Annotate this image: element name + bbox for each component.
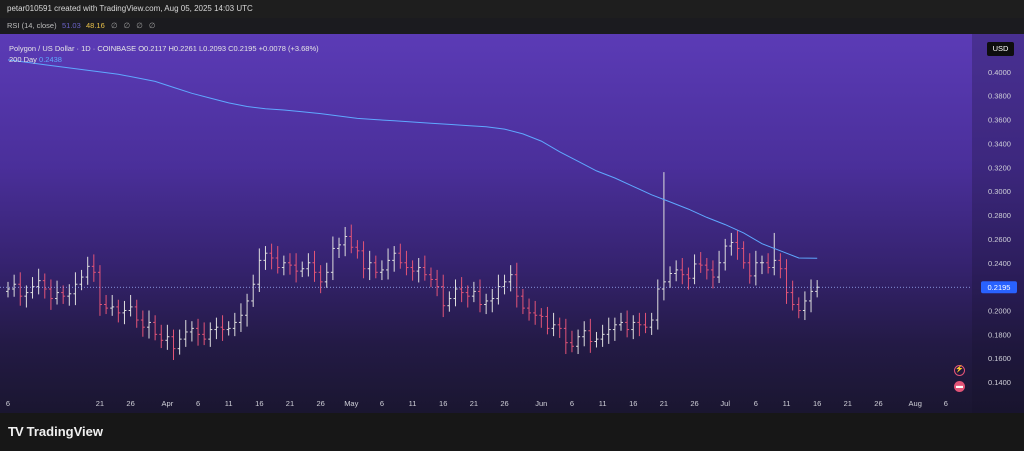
date-tick-label: 26	[126, 399, 134, 408]
date-tick-label: 11	[409, 399, 417, 408]
price-tick-label: 0.2600	[988, 235, 1011, 244]
date-tick-label: 16	[813, 399, 821, 408]
date-tick-label: 16	[439, 399, 447, 408]
date-tick-label: 26	[690, 399, 698, 408]
chart-legend: Polygon / US Dollar · 1D · COINBASE O0.2…	[9, 43, 319, 65]
currency-button[interactable]: USD	[987, 42, 1014, 56]
lightning-icon[interactable]: ⚡	[954, 365, 965, 376]
price-tick-label: 0.2400	[988, 259, 1011, 268]
attribution-text: petar010591 created with TradingView.com…	[7, 4, 253, 13]
date-tick-label: 6	[380, 399, 384, 408]
date-tick-label: 21	[844, 399, 852, 408]
price-tick-label: 0.2800	[988, 211, 1011, 220]
tradingview-logo: TV	[8, 424, 24, 439]
brand-name: TradingView	[26, 424, 103, 439]
rsi-value-2: 48.16	[86, 21, 105, 30]
date-tick-label: Aug	[909, 399, 922, 408]
ma-legend: 200 Day 0.2438	[9, 54, 319, 65]
rsi-label: RSI (14, close)	[7, 21, 57, 30]
tradingview-brand[interactable]: TV TradingView	[8, 424, 103, 439]
date-tick-label: May	[344, 399, 358, 408]
date-tick-label: 11	[783, 399, 791, 408]
footer-bar	[0, 413, 1024, 451]
price-tick-label: 0.3200	[988, 163, 1011, 172]
last-price-label: 0.2195	[988, 283, 1011, 292]
price-tick-label: 0.4000	[988, 68, 1011, 77]
date-tick-label: Apr	[162, 399, 174, 408]
price-tick-label: 0.3600	[988, 116, 1011, 125]
price-chart[interactable]: 0.14000.16000.18000.20000.22000.24000.26…	[0, 34, 1024, 413]
date-tick-label: 21	[660, 399, 668, 408]
ma-value: 0.2438	[39, 55, 62, 64]
rsi-value-1: 51.03	[62, 21, 81, 30]
ma-200-line	[7, 59, 818, 259]
flag-icon[interactable]: ▬	[954, 381, 965, 392]
date-tick-label: 26	[316, 399, 324, 408]
date-tick-label: 6	[754, 399, 758, 408]
date-tick-label: 6	[570, 399, 574, 408]
date-tick-label: 21	[96, 399, 104, 408]
date-tick-label: Jun	[535, 399, 547, 408]
rsi-legend: RSI (14, close) 51.03 48.16 ∅ ∅ ∅ ∅	[0, 18, 1024, 34]
price-tick-label: 0.1400	[988, 378, 1011, 387]
date-tick-label: 26	[500, 399, 508, 408]
price-tick-label: 0.3000	[988, 187, 1011, 196]
date-tick-label: 6	[944, 399, 948, 408]
rsi-empty-values: ∅ ∅ ∅ ∅	[111, 21, 158, 30]
date-tick-label: 21	[470, 399, 478, 408]
date-tick-label: 11	[599, 399, 607, 408]
date-tick-label: Jul	[720, 399, 730, 408]
price-tick-label: 0.3800	[988, 92, 1011, 101]
price-tick-label: 0.1600	[988, 354, 1011, 363]
date-tick-label: 6	[6, 399, 10, 408]
date-tick-label: 6	[196, 399, 200, 408]
price-tick-label: 0.3400	[988, 139, 1011, 148]
attribution-bar: petar010591 created with TradingView.com…	[0, 0, 1024, 18]
date-tick-label: 26	[874, 399, 882, 408]
date-tick-label: 11	[225, 399, 233, 408]
date-tick-label: 16	[255, 399, 263, 408]
symbol-legend: Polygon / US Dollar · 1D · COINBASE O0.2…	[9, 44, 319, 53]
date-tick-label: 16	[629, 399, 637, 408]
ma-label: 200 Day	[9, 55, 37, 64]
price-tick-label: 0.1800	[988, 330, 1011, 339]
price-tick-label: 0.2000	[988, 306, 1011, 315]
date-tick-label: 21	[286, 399, 294, 408]
